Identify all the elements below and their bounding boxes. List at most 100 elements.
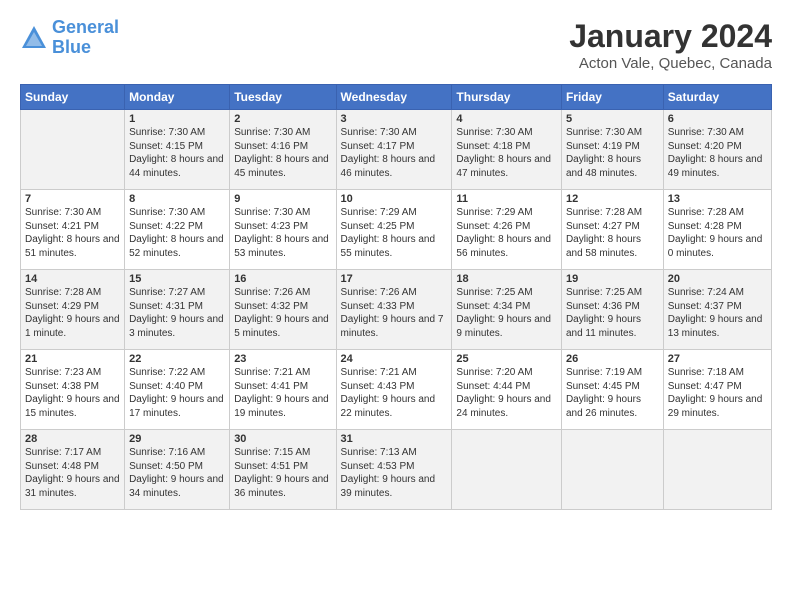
calendar-cell: 31 Sunrise: 7:13 AMSunset: 4:53 PMDaylig… <box>336 430 452 510</box>
logo-general: General <box>52 17 119 37</box>
day-number: 8 <box>129 193 225 205</box>
calendar-row: 21 Sunrise: 7:23 AMSunset: 4:38 PMDaylig… <box>21 350 772 430</box>
calendar-cell: 5 Sunrise: 7:30 AMSunset: 4:19 PMDayligh… <box>561 110 663 190</box>
day-info: Sunrise: 7:13 AMSunset: 4:53 PMDaylight:… <box>341 446 448 500</box>
day-number: 10 <box>341 193 448 205</box>
day-number: 7 <box>25 193 120 205</box>
day-number: 31 <box>341 433 448 445</box>
day-info: Sunrise: 7:22 AMSunset: 4:40 PMDaylight:… <box>129 366 225 420</box>
calendar-cell: 23 Sunrise: 7:21 AMSunset: 4:41 PMDaylig… <box>230 350 336 430</box>
col-saturday: Saturday <box>663 85 771 110</box>
calendar-cell <box>663 430 771 510</box>
day-number: 17 <box>341 273 448 285</box>
logo-blue: Blue <box>52 37 91 57</box>
page-subtitle: Acton Vale, Quebec, Canada <box>569 55 772 72</box>
day-info: Sunrise: 7:28 AMSunset: 4:28 PMDaylight:… <box>668 206 767 260</box>
col-monday: Monday <box>125 85 230 110</box>
day-number: 6 <box>668 113 767 125</box>
logo: General Blue <box>20 18 119 58</box>
calendar-cell: 6 Sunrise: 7:30 AMSunset: 4:20 PMDayligh… <box>663 110 771 190</box>
calendar-cell: 8 Sunrise: 7:30 AMSunset: 4:22 PMDayligh… <box>125 190 230 270</box>
header-row: Sunday Monday Tuesday Wednesday Thursday… <box>21 85 772 110</box>
day-info: Sunrise: 7:30 AMSunset: 4:22 PMDaylight:… <box>129 206 225 260</box>
day-number: 29 <box>129 433 225 445</box>
day-info: Sunrise: 7:30 AMSunset: 4:17 PMDaylight:… <box>341 126 448 180</box>
col-wednesday: Wednesday <box>336 85 452 110</box>
calendar-cell: 18 Sunrise: 7:25 AMSunset: 4:34 PMDaylig… <box>452 270 562 350</box>
day-info: Sunrise: 7:30 AMSunset: 4:21 PMDaylight:… <box>25 206 120 260</box>
main-container: General Blue January 2024 Acton Vale, Qu… <box>0 0 792 520</box>
col-thursday: Thursday <box>452 85 562 110</box>
day-info: Sunrise: 7:20 AMSunset: 4:44 PMDaylight:… <box>456 366 557 420</box>
logo-text: General Blue <box>52 18 119 58</box>
calendar-row: 1 Sunrise: 7:30 AMSunset: 4:15 PMDayligh… <box>21 110 772 190</box>
calendar-cell <box>561 430 663 510</box>
day-info: Sunrise: 7:25 AMSunset: 4:34 PMDaylight:… <box>456 286 557 340</box>
day-info: Sunrise: 7:28 AMSunset: 4:29 PMDaylight:… <box>25 286 120 340</box>
page-title: January 2024 <box>569 18 772 55</box>
day-number: 11 <box>456 193 557 205</box>
title-block: January 2024 Acton Vale, Quebec, Canada <box>569 18 772 72</box>
day-info: Sunrise: 7:21 AMSunset: 4:41 PMDaylight:… <box>234 366 331 420</box>
day-number: 26 <box>566 353 659 365</box>
day-number: 30 <box>234 433 331 445</box>
day-info: Sunrise: 7:29 AMSunset: 4:26 PMDaylight:… <box>456 206 557 260</box>
day-info: Sunrise: 7:30 AMSunset: 4:15 PMDaylight:… <box>129 126 225 180</box>
day-number: 9 <box>234 193 331 205</box>
day-info: Sunrise: 7:30 AMSunset: 4:19 PMDaylight:… <box>566 126 659 180</box>
col-sunday: Sunday <box>21 85 125 110</box>
calendar-cell: 13 Sunrise: 7:28 AMSunset: 4:28 PMDaylig… <box>663 190 771 270</box>
day-number: 16 <box>234 273 331 285</box>
calendar-cell: 7 Sunrise: 7:30 AMSunset: 4:21 PMDayligh… <box>21 190 125 270</box>
day-info: Sunrise: 7:19 AMSunset: 4:45 PMDaylight:… <box>566 366 659 420</box>
calendar-row: 28 Sunrise: 7:17 AMSunset: 4:48 PMDaylig… <box>21 430 772 510</box>
day-info: Sunrise: 7:15 AMSunset: 4:51 PMDaylight:… <box>234 446 331 500</box>
day-number: 4 <box>456 113 557 125</box>
day-number: 1 <box>129 113 225 125</box>
calendar-cell: 15 Sunrise: 7:27 AMSunset: 4:31 PMDaylig… <box>125 270 230 350</box>
calendar-cell: 21 Sunrise: 7:23 AMSunset: 4:38 PMDaylig… <box>21 350 125 430</box>
day-number: 28 <box>25 433 120 445</box>
calendar-cell: 26 Sunrise: 7:19 AMSunset: 4:45 PMDaylig… <box>561 350 663 430</box>
day-number: 14 <box>25 273 120 285</box>
day-number: 20 <box>668 273 767 285</box>
day-number: 3 <box>341 113 448 125</box>
col-tuesday: Tuesday <box>230 85 336 110</box>
day-number: 25 <box>456 353 557 365</box>
day-number: 24 <box>341 353 448 365</box>
day-number: 22 <box>129 353 225 365</box>
day-info: Sunrise: 7:23 AMSunset: 4:38 PMDaylight:… <box>25 366 120 420</box>
calendar-cell: 22 Sunrise: 7:22 AMSunset: 4:40 PMDaylig… <box>125 350 230 430</box>
calendar-cell: 3 Sunrise: 7:30 AMSunset: 4:17 PMDayligh… <box>336 110 452 190</box>
day-number: 12 <box>566 193 659 205</box>
calendar-cell: 30 Sunrise: 7:15 AMSunset: 4:51 PMDaylig… <box>230 430 336 510</box>
day-number: 27 <box>668 353 767 365</box>
day-info: Sunrise: 7:30 AMSunset: 4:18 PMDaylight:… <box>456 126 557 180</box>
day-number: 2 <box>234 113 331 125</box>
calendar-cell: 1 Sunrise: 7:30 AMSunset: 4:15 PMDayligh… <box>125 110 230 190</box>
calendar-cell <box>452 430 562 510</box>
day-info: Sunrise: 7:16 AMSunset: 4:50 PMDaylight:… <box>129 446 225 500</box>
day-number: 13 <box>668 193 767 205</box>
calendar-cell: 25 Sunrise: 7:20 AMSunset: 4:44 PMDaylig… <box>452 350 562 430</box>
day-info: Sunrise: 7:26 AMSunset: 4:33 PMDaylight:… <box>341 286 448 340</box>
day-number: 21 <box>25 353 120 365</box>
day-number: 19 <box>566 273 659 285</box>
day-info: Sunrise: 7:30 AMSunset: 4:16 PMDaylight:… <box>234 126 331 180</box>
header: General Blue January 2024 Acton Vale, Qu… <box>20 18 772 72</box>
day-number: 23 <box>234 353 331 365</box>
day-number: 18 <box>456 273 557 285</box>
day-info: Sunrise: 7:25 AMSunset: 4:36 PMDaylight:… <box>566 286 659 340</box>
calendar-cell: 12 Sunrise: 7:28 AMSunset: 4:27 PMDaylig… <box>561 190 663 270</box>
calendar-cell: 29 Sunrise: 7:16 AMSunset: 4:50 PMDaylig… <box>125 430 230 510</box>
day-info: Sunrise: 7:28 AMSunset: 4:27 PMDaylight:… <box>566 206 659 260</box>
calendar-cell <box>21 110 125 190</box>
day-info: Sunrise: 7:24 AMSunset: 4:37 PMDaylight:… <box>668 286 767 340</box>
day-info: Sunrise: 7:30 AMSunset: 4:23 PMDaylight:… <box>234 206 331 260</box>
calendar-table: Sunday Monday Tuesday Wednesday Thursday… <box>20 84 772 510</box>
calendar-cell: 17 Sunrise: 7:26 AMSunset: 4:33 PMDaylig… <box>336 270 452 350</box>
day-info: Sunrise: 7:17 AMSunset: 4:48 PMDaylight:… <box>25 446 120 500</box>
calendar-cell: 10 Sunrise: 7:29 AMSunset: 4:25 PMDaylig… <box>336 190 452 270</box>
calendar-cell: 14 Sunrise: 7:28 AMSunset: 4:29 PMDaylig… <box>21 270 125 350</box>
day-info: Sunrise: 7:26 AMSunset: 4:32 PMDaylight:… <box>234 286 331 340</box>
